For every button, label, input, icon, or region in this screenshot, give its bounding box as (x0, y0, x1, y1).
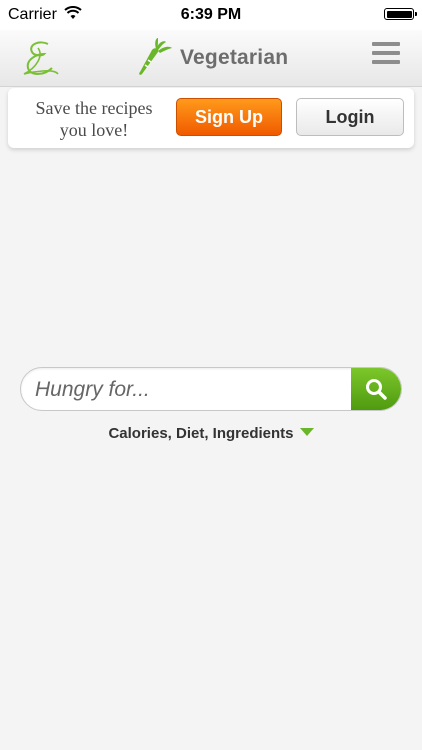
filter-toggle[interactable]: Calories, Diet, Ingredients (0, 425, 422, 442)
dropdown-triangle-icon (299, 428, 314, 436)
search-bar (20, 367, 402, 411)
login-button[interactable]: Login (296, 98, 404, 136)
search-input[interactable] (33, 368, 353, 410)
status-bar: Carrier 6:39 PM (0, 0, 422, 30)
search-icon (366, 379, 387, 400)
nav-bar: Vegetarian (0, 30, 422, 87)
battery-icon (384, 8, 417, 20)
carrot-icon (139, 38, 172, 75)
hamburger-menu-icon[interactable] (372, 42, 400, 66)
status-time: 6:39 PM (180, 6, 242, 23)
filter-label: Calories, Diet, Ingredients (108, 425, 294, 442)
banner-message: Save the recipes you love! (18, 97, 170, 141)
banner-line-2: you love! (59, 120, 129, 140)
nav-title: Vegetarian (180, 46, 289, 69)
signup-banner: Save the recipes you love! Sign Up Login (8, 88, 414, 148)
signup-button[interactable]: Sign Up (176, 98, 282, 136)
script-e-logo-icon[interactable] (18, 38, 62, 80)
banner-line-1: Save the recipes (35, 98, 153, 118)
search-button[interactable] (351, 368, 401, 410)
brand: Vegetarian (136, 36, 288, 80)
